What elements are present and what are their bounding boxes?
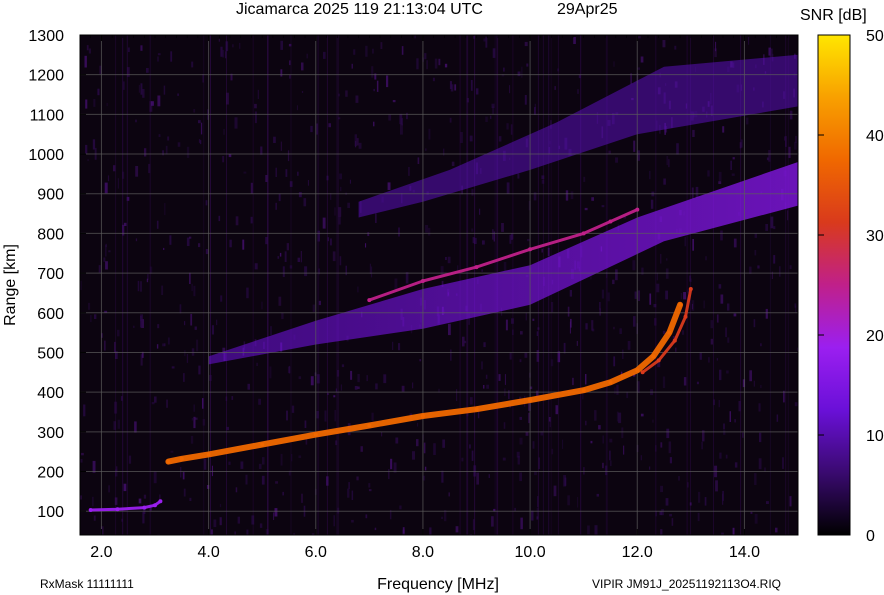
data-point: [528, 247, 533, 252]
x-tick-label: 12.0: [622, 544, 653, 561]
y-tick-label: 600: [37, 306, 64, 323]
y-axis-label: Range [km]: [2, 244, 19, 326]
data-point: [142, 505, 147, 510]
data-point: [115, 507, 120, 512]
data-point: [651, 354, 656, 359]
y-tick-label: 800: [37, 226, 64, 243]
date-label: 29Apr25: [557, 1, 618, 18]
colorbar: [817, 34, 851, 536]
data-point: [688, 287, 693, 291]
data-point: [179, 456, 184, 461]
data-point: [678, 302, 683, 307]
data-point: [420, 279, 425, 283]
data-point: [367, 298, 372, 303]
data-point: [367, 423, 372, 428]
y-tick-label: 1300: [28, 28, 64, 45]
file-label: VIPIR JM91J_20251192113O4.RIQ: [592, 577, 781, 591]
y-tick-label: 1100: [30, 107, 65, 124]
data-point: [672, 338, 677, 343]
data-point: [206, 452, 211, 457]
y-tick-label: 300: [37, 425, 64, 442]
colorbar-tick-label: 30: [866, 228, 884, 245]
x-tick-label: 6.0: [305, 544, 327, 561]
data-point: [420, 414, 425, 418]
data-point: [158, 499, 163, 504]
x-tick-label: 14.0: [729, 544, 760, 561]
x-axis-label: Frequency [MHz]: [377, 576, 499, 593]
data-point: [608, 380, 613, 385]
colorbar-tick-label: 10: [866, 428, 884, 445]
data-point: [313, 432, 318, 437]
y-tick-label: 1200: [28, 68, 64, 85]
data-point: [260, 442, 265, 447]
y-tick-label: 100: [37, 504, 64, 521]
data-point: [153, 503, 157, 508]
data-point: [581, 231, 586, 236]
data-point: [474, 407, 479, 412]
y-tick-label: 500: [37, 345, 64, 362]
colorbar-title: SNR [dB]: [800, 7, 867, 24]
rx-mask-label: RxMask 11111111: [40, 577, 134, 591]
y-tick-label: 1000: [28, 147, 64, 164]
data-point: [88, 508, 93, 512]
colorbar-tick-label: 50: [866, 28, 884, 45]
data-point: [667, 330, 672, 335]
data-point: [640, 370, 645, 375]
data-point: [166, 459, 171, 464]
data-point: [528, 398, 533, 403]
data-point: [656, 358, 661, 363]
data-point: [608, 219, 613, 224]
colorbar-tick-label: 0: [866, 528, 875, 545]
y-tick-label: 900: [37, 187, 64, 204]
plot-title: Jicamarca 2025 119 21:13:04 UTC: [236, 1, 483, 18]
data-point: [581, 388, 586, 393]
data-point: [635, 207, 640, 212]
data-point: [474, 265, 479, 270]
colorbar-tick-label: 20: [866, 328, 884, 345]
data-point: [683, 314, 688, 319]
x-tick-label: 8.0: [412, 544, 434, 561]
data-point: [635, 368, 640, 373]
x-tick-label: 4.0: [197, 544, 219, 561]
y-tick-label: 700: [37, 266, 64, 283]
y-tick-label: 200: [37, 465, 64, 482]
ionogram-chart: 2.0 4.0 6.0 8.0 10.0 12.0 14.01002003004005006…: [2, 1, 884, 593]
x-tick-label: 10.0: [515, 544, 546, 561]
x-tick-label: 2.0: [90, 544, 112, 561]
colorbar-tick-label: 40: [866, 128, 884, 145]
y-tick-label: 400: [37, 385, 64, 402]
